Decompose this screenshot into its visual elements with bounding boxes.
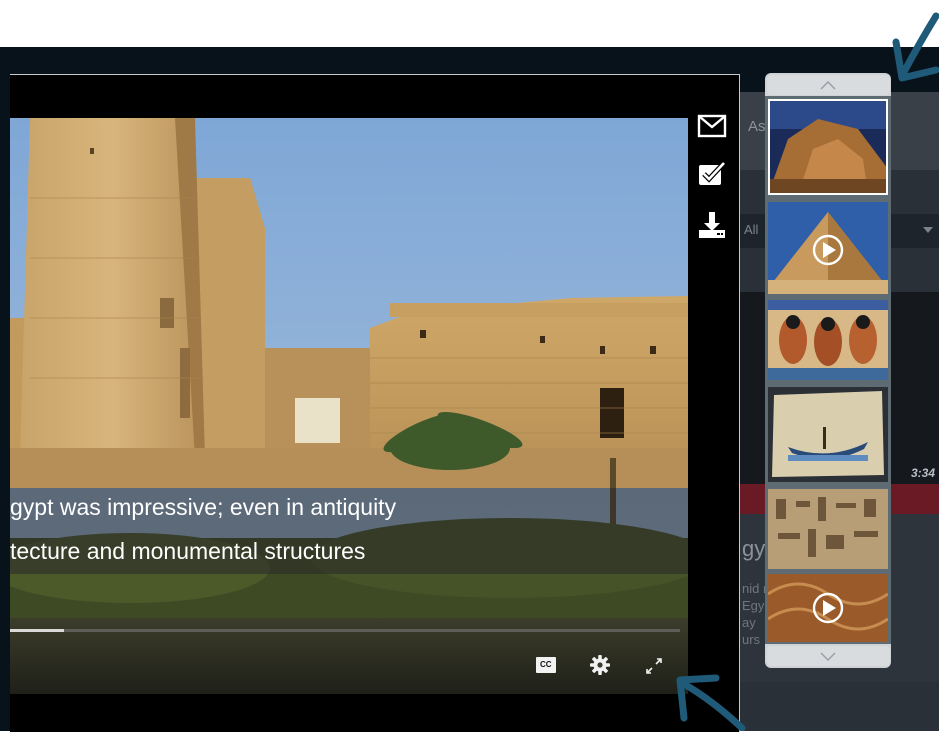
progress-bar[interactable]	[10, 629, 680, 632]
thumbnail-relief-pattern[interactable]	[768, 574, 888, 642]
assign-button[interactable]	[697, 160, 727, 186]
email-icon	[697, 114, 727, 138]
download-icon	[699, 212, 725, 238]
background-select-label: All	[744, 222, 759, 237]
thumbnail-hieroglyph-relief[interactable]	[768, 489, 888, 569]
annotation-arrow-bottom	[676, 674, 746, 731]
caption-line-1: gypt was impressive; even in antiquity	[10, 494, 397, 520]
thumbnail-image	[768, 489, 888, 569]
chevron-down-icon	[923, 227, 933, 233]
gear-icon	[590, 655, 610, 675]
video-frame[interactable]	[10, 118, 688, 694]
thumbnail-image	[768, 202, 888, 294]
caption-line-2: tecture and monumental structures	[10, 538, 366, 564]
cc-label: CC	[540, 660, 552, 669]
video-duration: 3:34	[910, 466, 935, 480]
checkbox-icon	[699, 161, 726, 185]
chevron-down-icon	[820, 652, 836, 662]
carousel-down-button[interactable]	[767, 646, 890, 666]
fullscreen-button[interactable]	[644, 656, 664, 676]
chevron-up-icon	[820, 80, 836, 90]
settings-button[interactable]	[589, 654, 611, 676]
download-button[interactable]	[697, 210, 727, 238]
thumbnail-image	[768, 300, 888, 380]
cc-button[interactable]: CC	[535, 656, 557, 674]
carousel-up-button[interactable]	[767, 75, 890, 95]
thumbnail-papyrus-boat[interactable]	[768, 387, 888, 482]
thumbnail-image	[768, 387, 888, 482]
thumbnail-pyramid[interactable]	[768, 202, 888, 294]
temple-scene-image	[10, 118, 688, 694]
email-button[interactable]	[697, 113, 727, 139]
thumbnail-image	[768, 99, 888, 195]
expand-icon	[646, 658, 662, 674]
annotation-arrow-top-right	[892, 12, 939, 82]
progress-bar-fill	[10, 629, 64, 632]
thumbnail-tomb-painting[interactable]	[768, 300, 888, 380]
thumbnail-image	[768, 574, 888, 642]
thumbnail-abu-simbel[interactable]	[768, 99, 888, 195]
